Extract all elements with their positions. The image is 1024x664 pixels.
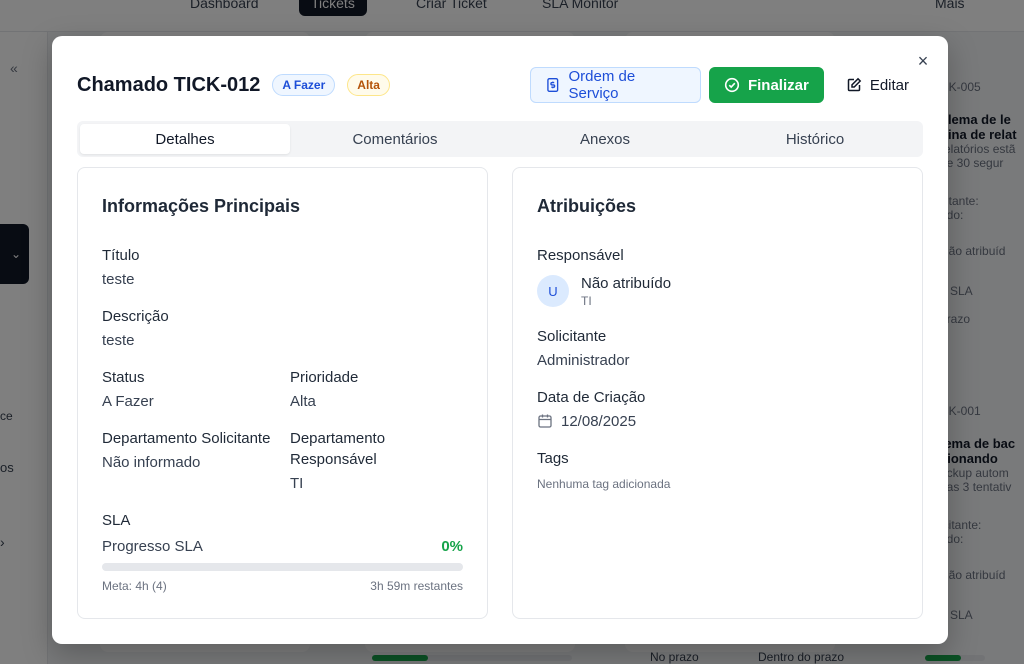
field-label-tags: Tags [537,450,569,467]
tags-empty-text: Nenhuma tag adicionada [537,477,671,491]
field-value-requester: Administrador [537,352,630,369]
field-label-description: Descrição [102,308,169,325]
field-value-status: A Fazer [102,393,154,410]
avatar: U [537,275,569,307]
field-value-description: teste [102,332,135,349]
edit-icon [847,77,862,92]
tab-comments[interactable]: Comentários [290,124,500,154]
check-circle-icon [724,77,740,93]
sla-remaining: 3h 59m restantes [370,579,463,593]
field-label-responsible-dept: Responsável [290,451,377,468]
tab-bar: Detalhes Comentários Anexos Histórico [77,121,923,157]
button-label: Ordem de Serviço [568,68,636,102]
field-value-priority: Alta [290,393,316,410]
sla-goal: Meta: 4h (4) [102,579,167,593]
panel-heading: Informações Principais [102,196,301,216]
status-badge: A Fazer [272,74,336,96]
calendar-icon [538,414,552,428]
finalize-button[interactable]: Finalizar [708,67,824,103]
edit-button[interactable]: Editar [831,67,923,103]
button-label: Editar [869,76,909,94]
sla-progress-bar [102,563,463,571]
responsible-dept: TI [581,294,592,308]
tab-details[interactable]: Detalhes [80,124,290,154]
field-value-title: teste [102,271,135,288]
field-label-status: Status [102,369,145,386]
modal-title: Chamado TICK-012 [77,73,261,96]
main-info-panel: Informações Principais Título teste Desc… [77,167,488,619]
field-label-responsible: Responsável [537,247,624,264]
sla-progress-percent: 0% [441,538,463,555]
tab-history[interactable]: Histórico [710,124,920,154]
responsible-name: Não atribuído [581,275,672,292]
field-label-priority: Prioridade [290,369,359,386]
field-label-created: Data de Criação [537,389,646,406]
field-value-responsible-dept: TI [290,475,304,492]
assignments-panel: Atribuições Responsável U Não atribuído … [512,167,923,619]
field-value-created: 12/08/2025 [561,413,637,430]
service-order-button[interactable]: Ordem de Serviço [529,67,701,103]
ticket-detail-modal: × Chamado TICK-012 A Fazer Alta Ordem de… [52,36,948,644]
priority-badge: Alta [347,74,390,96]
field-label-title: Título [102,247,140,264]
field-value-requesting-dept: Não informado [102,454,201,471]
modal-header: Chamado TICK-012 A Fazer Alta Ordem de S… [77,67,923,103]
tab-attachments[interactable]: Anexos [500,124,710,154]
sla-progress-label: Progresso SLA [102,538,203,555]
field-label-requester: Solicitante [537,328,607,345]
header-actions: Ordem de Serviço Finalizar Editar [529,67,923,103]
field-label-responsible-dept: Departamento [290,430,386,447]
sla-heading: SLA [102,512,131,529]
button-label: Finalizar [747,76,809,94]
panel-heading: Atribuições [537,196,637,216]
field-label-requesting-dept: Departamento Solicitante [102,430,271,447]
document-dollar-icon [547,78,559,92]
